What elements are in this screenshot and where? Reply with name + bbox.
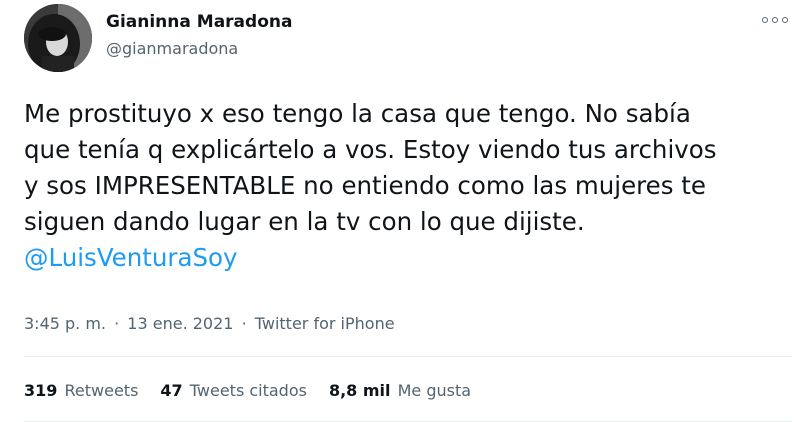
retweets-label: Retweets [64,381,139,400]
tweet-text-line: Me prostituyo x eso tengo la casa que te… [24,99,691,128]
engagement-stats: 319 Retweets 47 Tweets citados 8,8 mil M… [24,381,471,400]
meta-separator: · [241,314,247,333]
likes-stat[interactable]: 8,8 mil Me gusta [329,381,471,400]
tweet-text-line: que tenía q explicártelo a vos. Estoy vi… [24,135,717,164]
avatar-photo [24,4,92,72]
more-dot [762,17,768,23]
tweet-metadata: 3:45 p. m. · 13 ene. 2021 · Twitter for … [24,314,395,333]
more-dot [782,17,788,23]
quotes-count: 47 [160,381,183,400]
more-options-icon[interactable] [762,12,788,28]
tweet-time[interactable]: 3:45 p. m. [24,314,106,333]
author-handle[interactable]: @gianmaradona [106,39,238,58]
mention-link[interactable]: @LuisVenturaSoy [24,240,794,276]
divider [24,356,792,357]
tweet-text-line: siguen dando lugar en la tv con lo que d… [24,207,585,236]
quote-tweets-stat[interactable]: 47 Tweets citados [160,381,307,400]
tweet-card: Gianinna Maradona @gianmaradona Me prost… [0,0,806,422]
meta-separator: · [114,314,120,333]
likes-count: 8,8 mil [328,381,391,400]
avatar[interactable] [24,4,92,72]
tweet-text-line: y sos IMPRESENTABLE no entiendo como las… [24,171,706,200]
likes-label: Me gusta [397,381,472,400]
tweet-source-link[interactable]: Twitter for iPhone [255,314,395,333]
more-dot [772,17,778,23]
tweet-text: Me prostituyo x eso tengo la casa que te… [24,96,794,276]
retweets-count: 319 [24,381,58,400]
author-name[interactable]: Gianinna Maradona [106,12,292,32]
retweets-stat[interactable]: 319 Retweets [24,381,138,400]
tweet-date[interactable]: 13 ene. 2021 [127,314,233,333]
quotes-label: Tweets citados [189,381,307,400]
